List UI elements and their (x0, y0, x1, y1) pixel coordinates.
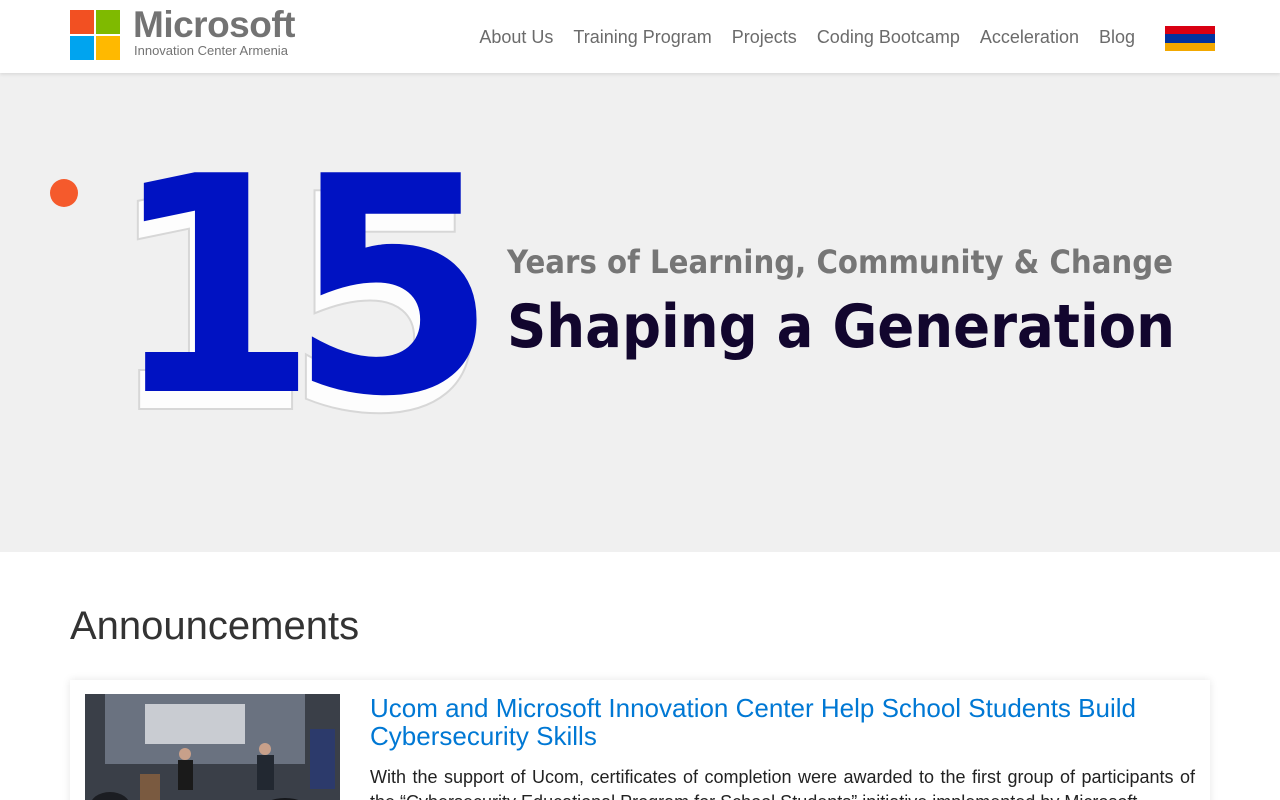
nav-acceleration[interactable]: Acceleration (970, 24, 1089, 50)
announcement-thumbnail[interactable] (85, 694, 340, 800)
nav-projects[interactable]: Projects (722, 24, 807, 50)
hero-banner: 15 15 Years of Learning, Community & Cha… (0, 73, 1280, 552)
main-nav: About Us Training Program Projects Codin… (469, 24, 1145, 50)
nav-training-program[interactable]: Training Program (563, 24, 721, 50)
logo-link[interactable]: Microsoft Innovation Center Armenia (70, 4, 310, 62)
site-header: Microsoft Innovation Center Armenia Abou… (0, 0, 1280, 73)
photo-image (85, 694, 340, 800)
announcement-card: Ucom and Microsoft Innovation Center Hel… (70, 680, 1210, 800)
announcement-excerpt: With the support of Ucom, certificates o… (370, 767, 1195, 800)
hero-headline: Shaping a Generation (507, 292, 1175, 362)
announcements-heading: Announcements (70, 604, 360, 648)
logo-subtitle: Innovation Center Armenia (134, 43, 288, 58)
announcement-title-link[interactable]: Ucom and Microsoft Innovation Center Hel… (370, 694, 1200, 750)
hero-dot-icon (50, 179, 78, 207)
nav-about-us[interactable]: About Us (469, 24, 563, 50)
nav-coding-bootcamp[interactable]: Coding Bootcamp (807, 24, 970, 50)
hero-number: 15 (110, 113, 481, 462)
hero-tagline: Years of Learning, Community & Change (506, 243, 1173, 281)
armenian-flag-icon[interactable] (1165, 26, 1215, 51)
hero-graphic: 15 15 Years of Learning, Community & Cha… (50, 113, 1175, 481)
logo-brand: Microsoft (133, 4, 296, 45)
microsoft-logo-icon (70, 10, 120, 60)
nav-blog[interactable]: Blog (1089, 24, 1145, 50)
